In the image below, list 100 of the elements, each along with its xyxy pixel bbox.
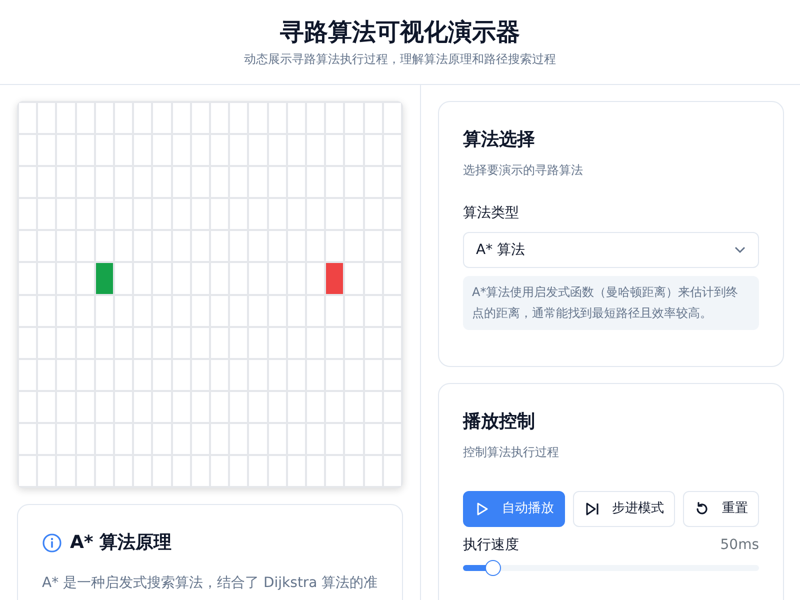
grid-cell[interactable] bbox=[345, 296, 363, 326]
grid-cell[interactable] bbox=[19, 296, 36, 326]
grid-cell[interactable] bbox=[96, 296, 113, 326]
grid-cell[interactable] bbox=[192, 296, 209, 326]
grid-cell[interactable] bbox=[153, 424, 171, 454]
grid-cell[interactable] bbox=[249, 328, 267, 358]
grid-cell[interactable] bbox=[153, 296, 171, 326]
grid-cell[interactable] bbox=[364, 456, 382, 486]
grid-cell[interactable] bbox=[249, 456, 267, 486]
grid-cell[interactable] bbox=[249, 231, 267, 262]
grid-cell[interactable] bbox=[96, 360, 113, 390]
grid-cell[interactable] bbox=[364, 135, 382, 166]
grid-cell[interactable] bbox=[384, 424, 401, 454]
grid-cell[interactable] bbox=[211, 135, 228, 166]
grid-cell[interactable] bbox=[134, 456, 152, 486]
grid-cell[interactable] bbox=[19, 392, 36, 422]
grid-cell[interactable] bbox=[134, 231, 152, 262]
grid-cell[interactable] bbox=[288, 456, 305, 486]
grid-cell[interactable] bbox=[153, 360, 171, 390]
grid-cell[interactable] bbox=[288, 424, 305, 454]
grid-cell[interactable] bbox=[345, 135, 363, 166]
grid-cell[interactable] bbox=[307, 231, 324, 262]
grid-cell[interactable] bbox=[307, 424, 324, 454]
grid-cell[interactable] bbox=[268, 263, 286, 294]
grid-cell[interactable] bbox=[57, 103, 75, 134]
grid-cell[interactable] bbox=[19, 263, 36, 294]
grid-cell[interactable] bbox=[38, 167, 56, 198]
grid-cell[interactable] bbox=[211, 360, 228, 390]
grid-cell[interactable] bbox=[288, 199, 305, 230]
grid-cell[interactable] bbox=[345, 231, 363, 262]
grid-cell[interactable] bbox=[345, 328, 363, 358]
grid-cell[interactable] bbox=[364, 167, 382, 198]
grid-cell[interactable] bbox=[345, 424, 363, 454]
grid-cell[interactable] bbox=[115, 424, 132, 454]
grid-cell[interactable] bbox=[38, 456, 56, 486]
grid-cell[interactable] bbox=[211, 231, 228, 262]
grid-cell[interactable] bbox=[172, 392, 190, 422]
grid-cell[interactable] bbox=[268, 360, 286, 390]
grid-cell[interactable] bbox=[211, 199, 228, 230]
grid-cell[interactable] bbox=[57, 360, 75, 390]
grid-cell[interactable] bbox=[76, 296, 94, 326]
grid-cell[interactable] bbox=[364, 328, 382, 358]
grid-cell[interactable] bbox=[172, 296, 190, 326]
grid-cell[interactable] bbox=[57, 167, 75, 198]
grid-cell[interactable] bbox=[384, 199, 401, 230]
grid-cell[interactable] bbox=[268, 167, 286, 198]
speed-slider[interactable] bbox=[463, 560, 759, 576]
step-button[interactable]: 步进模式 bbox=[573, 491, 675, 527]
grid-cell[interactable] bbox=[172, 424, 190, 454]
grid-cell[interactable] bbox=[134, 296, 152, 326]
grid-cell[interactable] bbox=[172, 328, 190, 358]
grid-cell[interactable] bbox=[19, 199, 36, 230]
grid-cell[interactable] bbox=[326, 360, 344, 390]
grid-cell[interactable] bbox=[134, 135, 152, 166]
grid-cell[interactable] bbox=[134, 167, 152, 198]
grid-cell[interactable] bbox=[249, 392, 267, 422]
grid-cell[interactable] bbox=[38, 392, 56, 422]
grid-cell[interactable] bbox=[249, 424, 267, 454]
grid-cell[interactable] bbox=[96, 328, 113, 358]
grid-cell[interactable] bbox=[364, 231, 382, 262]
grid-cell[interactable] bbox=[345, 103, 363, 134]
grid-cell[interactable] bbox=[307, 296, 324, 326]
grid-cell[interactable] bbox=[115, 360, 132, 390]
grid-cell[interactable] bbox=[326, 392, 344, 422]
grid-cell[interactable] bbox=[19, 360, 36, 390]
grid-cell[interactable] bbox=[115, 167, 132, 198]
grid-cell[interactable] bbox=[115, 231, 132, 262]
grid-cell[interactable] bbox=[384, 296, 401, 326]
grid-cell[interactable] bbox=[76, 360, 94, 390]
grid-cell[interactable] bbox=[38, 135, 56, 166]
grid-cell[interactable] bbox=[76, 167, 94, 198]
grid-cell[interactable] bbox=[192, 456, 209, 486]
grid-cell[interactable] bbox=[76, 199, 94, 230]
grid-cell[interactable] bbox=[76, 456, 94, 486]
grid-cell[interactable] bbox=[192, 328, 209, 358]
grid-cell[interactable] bbox=[57, 199, 75, 230]
grid-cell[interactable] bbox=[384, 360, 401, 390]
grid-cell[interactable] bbox=[288, 263, 305, 294]
grid-cell[interactable] bbox=[230, 360, 248, 390]
grid-cell[interactable] bbox=[96, 167, 113, 198]
grid-cell[interactable] bbox=[19, 167, 36, 198]
grid-cell[interactable] bbox=[172, 103, 190, 134]
grid-cell[interactable] bbox=[288, 231, 305, 262]
grid-cell[interactable] bbox=[96, 456, 113, 486]
grid-cell[interactable] bbox=[115, 296, 132, 326]
grid-cell[interactable] bbox=[211, 103, 228, 134]
grid-cell[interactable] bbox=[38, 199, 56, 230]
grid-cell[interactable] bbox=[268, 424, 286, 454]
grid-cell[interactable] bbox=[326, 328, 344, 358]
grid-cell[interactable] bbox=[326, 296, 344, 326]
grid-cell[interactable] bbox=[134, 328, 152, 358]
grid-cell[interactable] bbox=[307, 263, 324, 294]
grid-cell[interactable] bbox=[384, 167, 401, 198]
grid-cell[interactable] bbox=[307, 103, 324, 134]
grid-cell[interactable] bbox=[307, 392, 324, 422]
grid-cell[interactable] bbox=[96, 231, 113, 262]
grid-cell[interactable] bbox=[364, 360, 382, 390]
grid-cell[interactable] bbox=[172, 167, 190, 198]
grid-cell[interactable] bbox=[384, 103, 401, 134]
grid-cell[interactable] bbox=[192, 167, 209, 198]
